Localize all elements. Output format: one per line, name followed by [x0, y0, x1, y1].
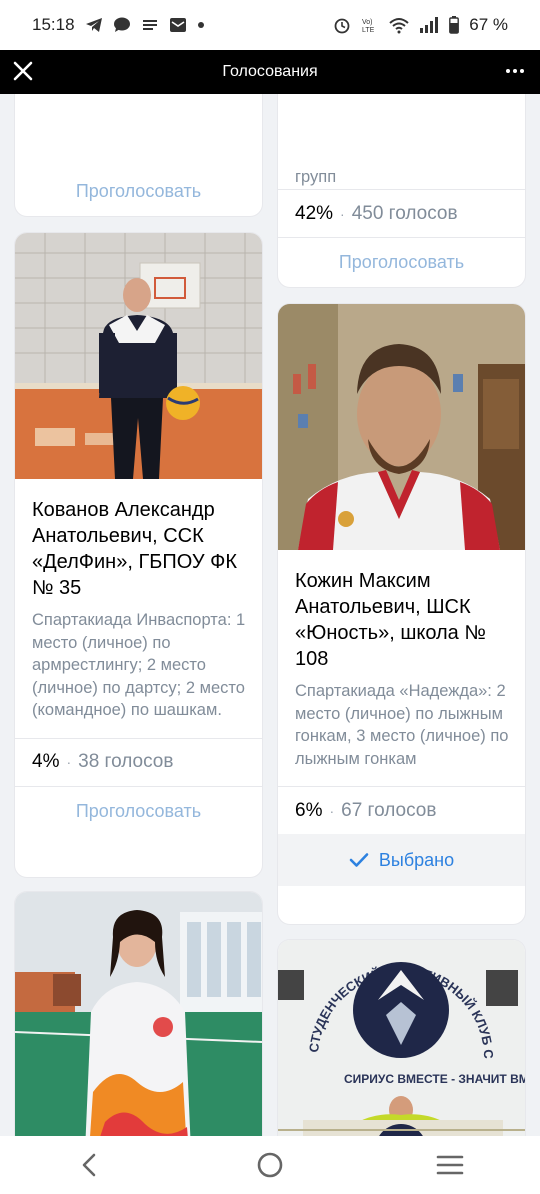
svg-text:LTE: LTE: [362, 27, 375, 34]
battery-level: 67 %: [469, 15, 508, 34]
vote-button[interactable]: Проголосовать: [278, 237, 525, 287]
candidate-photo: [15, 233, 262, 479]
option-description-partial: групп: [295, 168, 337, 186]
battery-icon: [449, 16, 460, 34]
poll-option-card: СТУДЕНЧЕСКИЙ СПОРТИВНЫЙ КЛУБ СИРИУС СИРИ…: [278, 940, 525, 1136]
status-bar: 15:18 Vo) LTE 67 %: [0, 0, 540, 50]
vote-percent: 42%: [295, 202, 334, 224]
poll-option-card-selected: Кожин Максим Анатольевич, ШСК «Юность», …: [278, 304, 525, 924]
telegram-icon: [85, 18, 102, 32]
stat-separator: ·: [329, 802, 335, 819]
vote-stats: 6% · 67 голосов: [278, 786, 525, 834]
candidate-photo: [278, 304, 525, 550]
close-icon[interactable]: [10, 58, 36, 84]
signal-icon: [420, 17, 439, 33]
vote-button[interactable]: Проголосовать: [15, 785, 262, 836]
candidate-description: Спартакиада Инваспорта: 1 место (личное)…: [32, 611, 246, 719]
vote-percent: 4%: [32, 751, 60, 772]
candidate-description: Спартакиада «Надежда»: 2 место (личное) …: [295, 682, 509, 768]
nav-recents-icon[interactable]: [435, 1150, 465, 1180]
banner-slogan: СИРИУС ВМЕСТЕ - ЗНАЧИТ ВМЕСТЕ: [344, 1072, 525, 1086]
candidate-photo: СТУДЕНЧЕСКИЙ СПОРТИВНЫЙ КЛУБ СИРИУС СИРИ…: [278, 940, 525, 1136]
vote-stats: 42% · 450 голосов: [278, 189, 525, 237]
status-time: 15:18: [32, 15, 75, 34]
chosen-label: Выбрано: [378, 849, 455, 870]
alarm-icon: [334, 18, 350, 34]
polls-feed[interactable]: Проголосовать групп 42% · 450 голосов Прог…: [0, 94, 540, 1136]
stat-separator: ·: [66, 754, 72, 770]
poll-option-card: Кованов Александр Анатольевич, ССК «ДелФ…: [15, 233, 262, 877]
feed-icon: [142, 20, 157, 30]
svg-text:Vo): Vo): [362, 19, 373, 26]
more-icon[interactable]: [502, 58, 528, 84]
poll-option-card: групп 42% · 450 голосов Проголосовать: [278, 94, 525, 287]
app-header: Голосования: [0, 50, 540, 94]
stat-separator: ·: [340, 205, 345, 222]
vote-count: 67 голосов: [341, 799, 437, 821]
vote-stats: 4% · 38 голосов: [15, 737, 262, 786]
vote-percent: 6%: [295, 799, 323, 821]
candidate-photo: [15, 892, 262, 1136]
dot-icon: [197, 22, 204, 28]
checkmark-icon: [349, 853, 369, 867]
candidate-name: Кожин Максим Анатольевич, ШСК «Юность», …: [295, 570, 486, 670]
vote-count: 450 голосов: [351, 202, 458, 224]
poll-option-card: [15, 892, 262, 1136]
nav-home-icon[interactable]: [255, 1150, 285, 1180]
nav-back-icon[interactable]: [75, 1150, 105, 1180]
poll-option-card: Проголосовать: [15, 94, 262, 216]
system-nav-bar: [0, 1136, 540, 1194]
message-icon: [113, 17, 130, 32]
volte-icon: Vo)LTE: [362, 19, 375, 34]
chosen-button[interactable]: Выбрано: [278, 834, 525, 886]
candidate-name: Кованов Александр Анатольевич, ССК «ДелФ…: [32, 499, 238, 599]
vote-button[interactable]: Проголосовать: [15, 166, 262, 216]
wifi-icon: [389, 18, 409, 34]
mail-icon: [169, 18, 186, 32]
header-title: Голосования: [222, 63, 318, 80]
vote-count: 38 голосов: [78, 751, 174, 772]
